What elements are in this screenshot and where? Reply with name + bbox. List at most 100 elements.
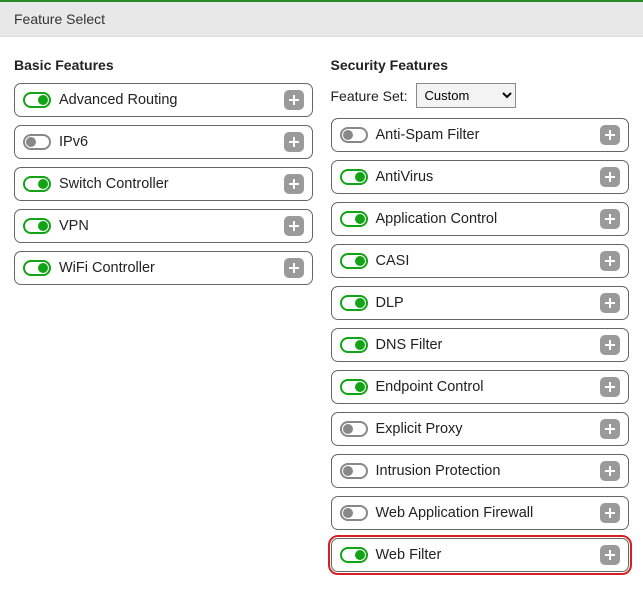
feature-item: Web Application Firewall	[331, 496, 630, 530]
toggle-switch[interactable]	[23, 260, 51, 276]
toggle-switch[interactable]	[340, 379, 368, 395]
plus-icon	[288, 178, 300, 190]
plus-icon	[604, 381, 616, 393]
plus-icon	[288, 262, 300, 274]
feature-label: Advanced Routing	[59, 92, 276, 108]
feature-label: VPN	[59, 218, 276, 234]
expand-button[interactable]	[284, 258, 304, 278]
expand-button[interactable]	[284, 174, 304, 194]
plus-icon	[604, 423, 616, 435]
feature-item: CASI	[331, 244, 630, 278]
feature-item: Explicit Proxy	[331, 412, 630, 446]
expand-button[interactable]	[600, 293, 620, 313]
toggle-switch[interactable]	[340, 421, 368, 437]
toggle-knob	[38, 95, 48, 105]
toggle-knob	[355, 340, 365, 350]
feature-set-label: Feature Set:	[331, 88, 408, 104]
feature-item: Endpoint Control	[331, 370, 630, 404]
plus-icon	[604, 549, 616, 561]
expand-button[interactable]	[600, 503, 620, 523]
expand-button[interactable]	[600, 545, 620, 565]
feature-label: IPv6	[59, 134, 276, 150]
expand-button[interactable]	[284, 216, 304, 236]
expand-button[interactable]	[600, 251, 620, 271]
toggle-knob	[343, 508, 353, 518]
toggle-switch[interactable]	[340, 295, 368, 311]
feature-item: VPN	[14, 209, 313, 243]
columns: Basic Features Advanced Routing IPv6 Switc…	[0, 37, 643, 590]
feature-label: Anti-Spam Filter	[376, 127, 593, 143]
toggle-knob	[38, 263, 48, 273]
plus-icon	[604, 213, 616, 225]
toggle-switch[interactable]	[340, 169, 368, 185]
feature-item: IPv6	[14, 125, 313, 159]
toggle-switch[interactable]	[340, 547, 368, 563]
toggle-switch[interactable]	[23, 92, 51, 108]
plus-icon	[288, 94, 300, 106]
feature-item: Intrusion Protection	[331, 454, 630, 488]
security-features-heading: Security Features	[331, 57, 630, 73]
basic-features-list: Advanced Routing IPv6 Switch Controller VPN…	[14, 83, 313, 285]
toggle-switch[interactable]	[23, 176, 51, 192]
feature-item: Web Filter	[331, 538, 630, 572]
plus-icon	[604, 297, 616, 309]
feature-item: Application Control	[331, 202, 630, 236]
expand-button[interactable]	[600, 209, 620, 229]
feature-label: Application Control	[376, 211, 593, 227]
expand-button[interactable]	[600, 461, 620, 481]
toggle-switch[interactable]	[340, 337, 368, 353]
feature-label: Explicit Proxy	[376, 421, 593, 437]
basic-features-heading: Basic Features	[14, 57, 313, 73]
feature-item: AntiVirus	[331, 160, 630, 194]
toggle-knob	[355, 550, 365, 560]
feature-item: Switch Controller	[14, 167, 313, 201]
expand-button[interactable]	[284, 132, 304, 152]
toggle-knob	[355, 214, 365, 224]
toggle-switch[interactable]	[340, 127, 368, 143]
expand-button[interactable]	[600, 419, 620, 439]
plus-icon	[604, 255, 616, 267]
panel-header: Feature Select	[0, 0, 643, 37]
toggle-knob	[343, 130, 353, 140]
toggle-switch[interactable]	[340, 505, 368, 521]
expand-button[interactable]	[600, 167, 620, 187]
toggle-switch[interactable]	[340, 253, 368, 269]
toggle-knob	[343, 424, 353, 434]
feature-label: WiFi Controller	[59, 260, 276, 276]
feature-label: Endpoint Control	[376, 379, 593, 395]
feature-label: DNS Filter	[376, 337, 593, 353]
feature-label: Web Application Firewall	[376, 505, 593, 521]
feature-label: CASI	[376, 253, 593, 269]
plus-icon	[288, 136, 300, 148]
toggle-knob	[355, 256, 365, 266]
expand-button[interactable]	[600, 377, 620, 397]
toggle-knob	[26, 137, 36, 147]
plus-icon	[604, 129, 616, 141]
toggle-knob	[38, 221, 48, 231]
plus-icon	[604, 339, 616, 351]
toggle-switch[interactable]	[23, 134, 51, 150]
toggle-knob	[343, 466, 353, 476]
toggle-knob	[355, 172, 365, 182]
toggle-knob	[38, 179, 48, 189]
toggle-switch[interactable]	[340, 463, 368, 479]
feature-item: DLP	[331, 286, 630, 320]
toggle-switch[interactable]	[340, 211, 368, 227]
feature-label: Web Filter	[376, 547, 593, 563]
basic-features-column: Basic Features Advanced Routing IPv6 Switc…	[14, 51, 313, 580]
plus-icon	[604, 465, 616, 477]
toggle-switch[interactable]	[23, 218, 51, 234]
panel-title: Feature Select	[14, 11, 105, 27]
feature-label: Intrusion Protection	[376, 463, 593, 479]
expand-button[interactable]	[284, 90, 304, 110]
feature-item: DNS Filter	[331, 328, 630, 362]
feature-label: DLP	[376, 295, 593, 311]
plus-icon	[604, 171, 616, 183]
security-features-list: Anti-Spam Filter AntiVirus Application Con…	[331, 118, 630, 572]
feature-set-select[interactable]: Custom	[416, 83, 516, 108]
expand-button[interactable]	[600, 125, 620, 145]
expand-button[interactable]	[600, 335, 620, 355]
plus-icon	[604, 507, 616, 519]
feature-label: AntiVirus	[376, 169, 593, 185]
feature-item: WiFi Controller	[14, 251, 313, 285]
